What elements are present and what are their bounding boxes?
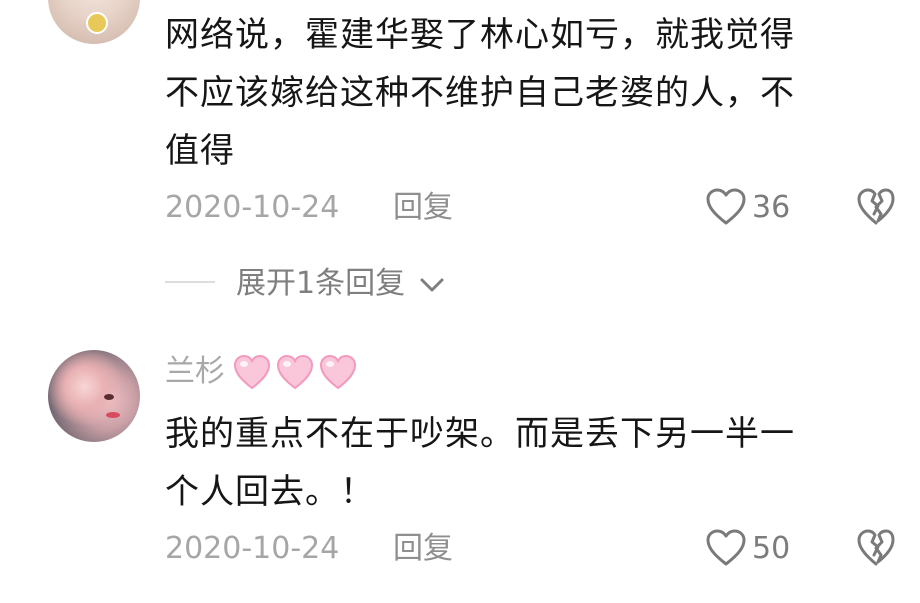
username-decoration: [232, 352, 362, 392]
comment-date: 2020-10-24: [165, 190, 340, 225]
like-count: 36: [752, 190, 791, 225]
badge-icon: [86, 12, 108, 34]
avatar-detail: [106, 412, 120, 418]
comment-text-line: 网络说，霍建华娶了林心如亏，就我觉得: [165, 15, 795, 55]
comment-text: 网络说，霍建华娶了林心如亏，就我觉得 不应该嫁给这种不维护自己老婆的人，不 值得: [165, 6, 885, 180]
broken-heart-icon: [857, 529, 895, 566]
dislike-button[interactable]: [856, 528, 896, 568]
divider: [165, 281, 215, 283]
comment-text-line: 值得: [165, 131, 235, 171]
expand-replies-button[interactable]: 展开1条回复: [236, 264, 445, 304]
pink-heart-icon: [233, 354, 357, 390]
comment-text-line: 我的重点不在于吵架。而是丢下另一半一: [165, 414, 795, 454]
heart-outline-icon: [706, 529, 746, 566]
comment-date: 2020-10-24: [165, 531, 340, 566]
reply-button[interactable]: 回复: [393, 529, 453, 569]
broken-heart-icon: [857, 188, 895, 225]
like-button[interactable]: [705, 187, 747, 227]
chevron-down-icon: [420, 278, 444, 291]
comment-text-line: 不应该嫁给这种不维护自己老婆的人，不: [165, 73, 795, 113]
expand-replies-label: 展开1条回复: [236, 266, 406, 301]
avatar[interactable]: [48, 0, 140, 44]
comment-text-line: 个人回去。！: [165, 472, 375, 512]
like-button[interactable]: [705, 528, 747, 568]
like-count: 50: [752, 531, 791, 566]
username-label: 兰杉: [165, 354, 225, 389]
avatar-detail: [104, 394, 114, 400]
avatar[interactable]: [48, 350, 140, 442]
comment-text: 我的重点不在于吵架。而是丢下另一半一 个人回去。！: [165, 405, 885, 521]
username[interactable]: 兰杉: [165, 352, 225, 392]
heart-outline-icon: [706, 188, 746, 225]
reply-button[interactable]: 回复: [393, 188, 453, 228]
dislike-button[interactable]: [856, 187, 896, 227]
